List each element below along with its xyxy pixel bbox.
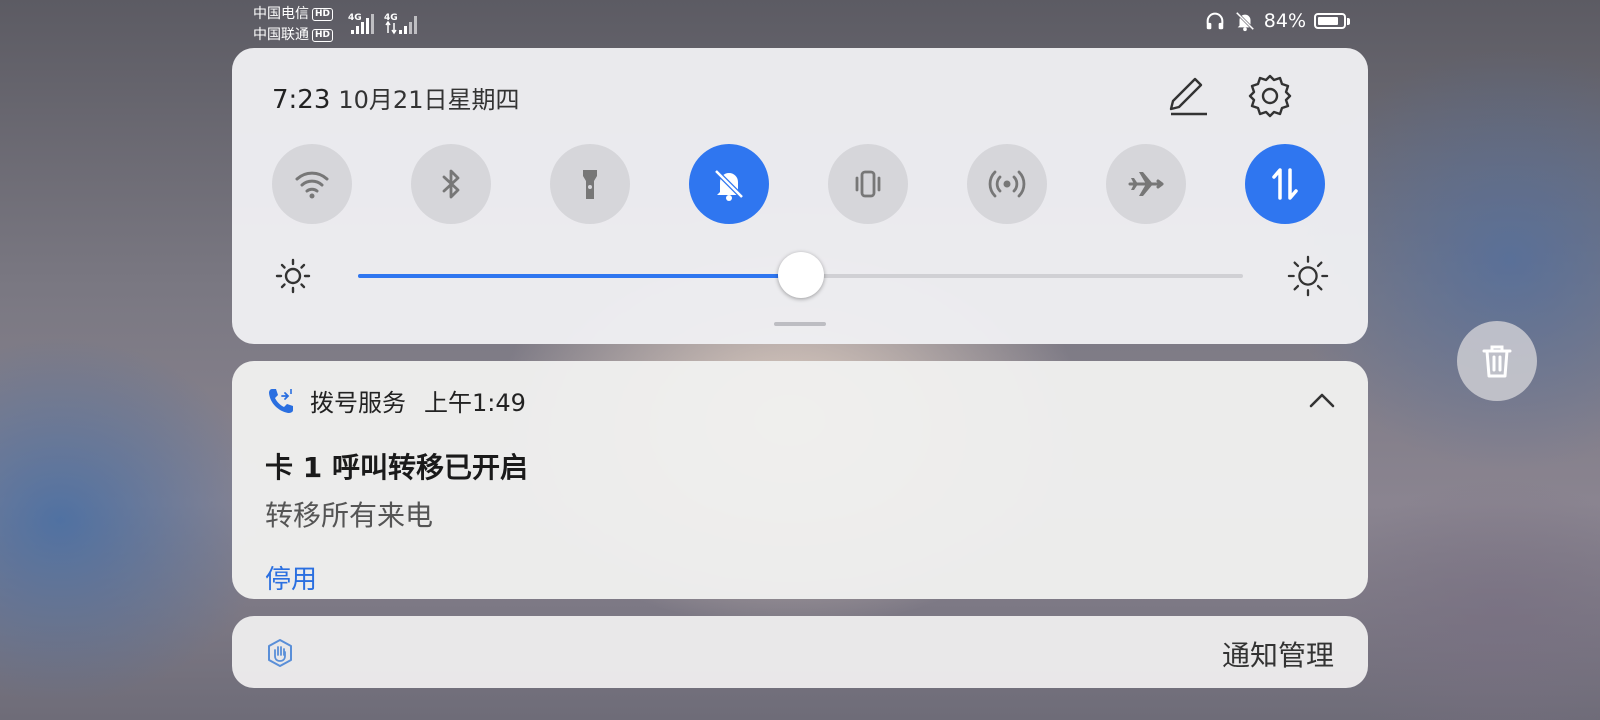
panel-time: 7:23: [272, 85, 331, 115]
battery-charging-icon: [1314, 13, 1350, 29]
bluetooth-icon: [442, 169, 460, 199]
toggle-mobile-data[interactable]: [1245, 144, 1325, 224]
bell-off-icon: [1235, 11, 1254, 32]
toggle-flashlight[interactable]: [550, 144, 630, 224]
clear-all-button[interactable]: [1457, 321, 1537, 401]
disable-button[interactable]: 停用: [265, 559, 317, 596]
notification-header: 拨号服务 上午1:49: [266, 383, 526, 418]
chevron-up-icon: [1309, 393, 1335, 408]
toggle-do-not-disturb[interactable]: [689, 144, 769, 224]
signal-icon-2: 4G: [384, 13, 417, 35]
brightness-high-icon: [1287, 255, 1329, 297]
headphones-icon: [1206, 12, 1224, 30]
airplane-icon: [1128, 172, 1164, 196]
panel-date: 10月21日星期四: [338, 86, 520, 114]
toggle-wifi[interactable]: [272, 144, 352, 224]
wifi-icon: [295, 171, 329, 199]
hd-badge-2: HD: [312, 29, 334, 42]
network-type-2: 4G: [384, 13, 398, 23]
hand-shield-icon[interactable]: [265, 638, 295, 668]
carrier-info: 中国电信 HD 中国联通 HD: [253, 4, 334, 46]
signal-indicators: 4G 4G: [348, 11, 420, 37]
toggle-hotspot[interactable]: [967, 144, 1047, 224]
collapse-button[interactable]: [1302, 381, 1342, 421]
date-time: 7:23 10月21日星期四: [272, 80, 519, 115]
flashlight-icon: [583, 170, 597, 199]
notification-manage-bar: 通知管理: [232, 616, 1368, 688]
gear-icon: [1248, 74, 1292, 118]
notification-app-name: 拨号服务: [310, 389, 406, 417]
signal-icon-1: 4G: [348, 13, 374, 34]
network-type-1: 4G: [348, 13, 362, 23]
carrier-line-2: 中国联通 HD: [253, 25, 334, 46]
notification-body: 转移所有来电: [265, 499, 434, 532]
battery-percent: 84%: [1263, 10, 1306, 32]
battery-fill: [1318, 17, 1339, 25]
hd-badge-1: HD: [312, 8, 334, 21]
toggle-vibrate[interactable]: [828, 144, 908, 224]
quick-toggles: [272, 144, 1329, 224]
carrier-2-name: 中国联通: [253, 27, 309, 43]
carrier-line-1: 中国电信 HD: [253, 4, 334, 25]
bell-off-icon: [714, 169, 744, 201]
brightness-thumb[interactable]: [777, 252, 824, 298]
trash-icon: [1482, 345, 1512, 378]
toggle-airplane[interactable]: [1106, 144, 1186, 224]
edit-button[interactable]: [1160, 70, 1212, 122]
pencil-icon: [1169, 77, 1207, 116]
mobile-data-icon: [1272, 168, 1298, 200]
quick-settings-panel: 7:23 10月21日星期四: [232, 48, 1368, 344]
toggle-bluetooth[interactable]: [411, 144, 491, 224]
vibrate-icon: [855, 170, 881, 198]
notification-title: 卡 1 呼叫转移已开启: [265, 451, 528, 484]
brightness-control: [272, 246, 1329, 306]
hotspot-icon: [988, 170, 1026, 198]
notification-time: 上午1:49: [424, 389, 526, 417]
settings-button[interactable]: [1244, 70, 1296, 122]
brightness-slider[interactable]: [358, 252, 1243, 298]
status-icons: 84%: [1204, 10, 1350, 32]
panel-drag-handle[interactable]: [774, 322, 826, 326]
brightness-low-icon: [272, 255, 314, 297]
notification-card[interactable]: 拨号服务 上午1:49 卡 1 呼叫转移已开启 转移所有来电 停用: [232, 361, 1368, 599]
brightness-fill: [358, 274, 801, 278]
phone-forward-icon: [269, 388, 293, 413]
notification-manage-link[interactable]: 通知管理: [1222, 634, 1334, 674]
carrier-1-name: 中国电信: [253, 6, 309, 22]
